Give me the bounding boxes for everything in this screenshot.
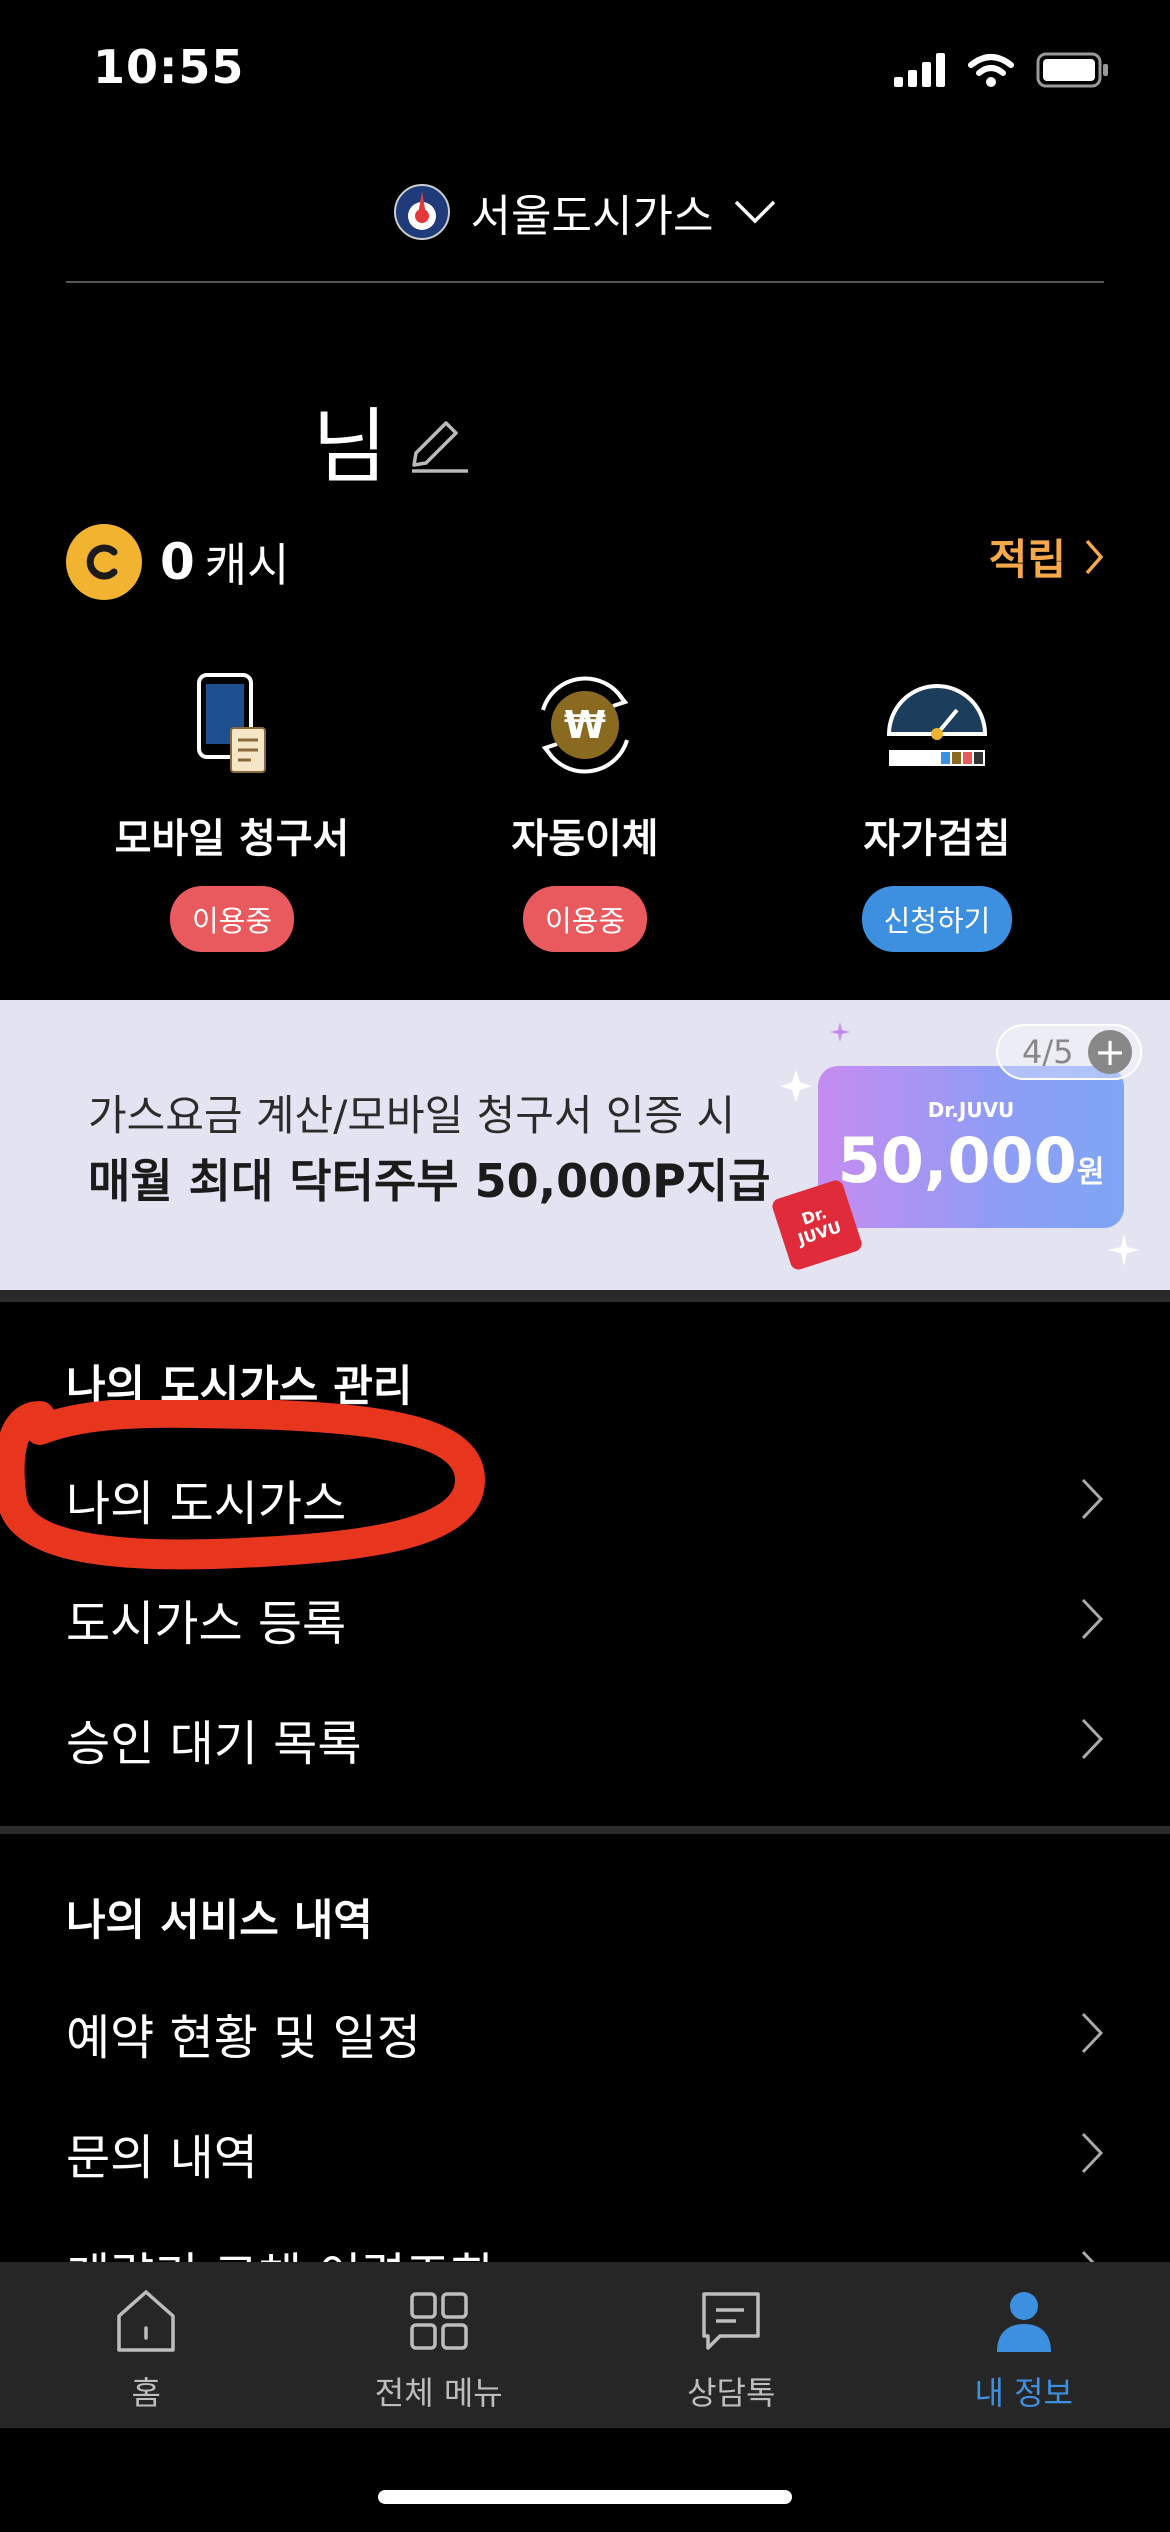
menu-item-reservations[interactable]: 예약 현황 및 일정 — [0, 1974, 1170, 2092]
tab-label: 전체 메뉴 — [374, 2374, 503, 2412]
gas-meter-icon — [886, 684, 988, 766]
section-title-gas-management: 나의 도시가스 관리 — [66, 1362, 413, 1412]
home-icon — [117, 2290, 175, 2352]
status-badge: 이용중 — [522, 886, 648, 952]
banner-line2: 매월 최대 닥터주부 50,000P지급 — [88, 1154, 771, 1208]
menu-label: 나의 도시가스 — [66, 1476, 347, 1532]
chevron-right-icon — [1085, 539, 1104, 574]
section-separator — [0, 1290, 1170, 1302]
battery-icon — [1036, 52, 1108, 88]
ticket-amount-unit: 원 — [1076, 1155, 1105, 1190]
sparkle-icon — [780, 1070, 812, 1102]
ticket-brand: Dr.JUVU — [927, 1098, 1015, 1122]
service-label: 자동이체 — [511, 816, 659, 862]
section-title-service-history: 나의 서비스 내역 — [66, 1896, 373, 1946]
chevron-right-icon — [1081, 1598, 1104, 1640]
menu-item-register-gas[interactable]: 도시가스 등록 — [0, 1560, 1170, 1678]
tab-my-info[interactable]: 내 정보 — [878, 2262, 1170, 2428]
earn-label: 적립 — [988, 535, 1066, 584]
tab-home[interactable]: 홈 — [0, 2262, 293, 2428]
provider-name: 서울도시가스 — [470, 191, 714, 242]
menu-label: 도시가스 등록 — [66, 1596, 347, 1652]
menu-label: 예약 현황 및 일정 — [66, 2010, 421, 2066]
service-self-meter-reading[interactable]: 자가검침 신청하기 — [787, 670, 1087, 952]
user-name: 님 — [312, 400, 388, 495]
ticket-amount-value: 50,000 — [837, 1124, 1077, 1197]
chevron-right-icon — [1081, 2132, 1104, 2174]
tab-chat[interactable]: 상담톡 — [585, 2262, 878, 2428]
svg-text:₩: ₩ — [564, 703, 606, 747]
cash-amount: 0 — [160, 533, 195, 591]
chevron-down-icon — [735, 200, 776, 224]
tab-label: 내 정보 — [974, 2374, 1074, 2412]
status-time: 10:55 — [93, 40, 245, 94]
auto-transfer-icon: ₩ — [541, 676, 629, 774]
service-mobile-bill[interactable]: 모바일 청구서 이용중 — [82, 670, 382, 952]
mobile-bill-icon — [197, 673, 266, 773]
wifi-icon — [968, 54, 1014, 87]
edit-name-icon[interactable] — [408, 415, 470, 475]
menu-item-pending-approvals[interactable]: 승인 대기 목록 — [0, 1680, 1170, 1798]
home-indicator — [378, 2490, 792, 2504]
banner-line1: 가스요금 계산/모바일 청구서 인증 시 — [88, 1091, 736, 1140]
provider-selector[interactable]: 서울도시가스 — [0, 180, 1170, 244]
tab-bar: 홈 전체 메뉴 상담톡 내 정보 — [0, 2262, 1170, 2428]
signal-icon — [894, 53, 945, 87]
menu-label: 문의 내역 — [66, 2130, 258, 2186]
menu-item-inquiries[interactable]: 문의 내역 — [0, 2094, 1170, 2212]
pager-text: 4/5 — [1022, 1033, 1074, 1071]
provider-logo-icon — [393, 184, 450, 240]
service-label: 모바일 청구서 — [114, 816, 350, 862]
chevron-right-icon — [1081, 2012, 1104, 2054]
service-label: 자가검침 — [863, 816, 1011, 862]
cash-balance: 0 캐시 — [66, 524, 289, 600]
chat-icon — [702, 2292, 760, 2350]
chevron-right-icon — [1081, 1718, 1104, 1760]
tab-label: 상담톡 — [687, 2374, 776, 2412]
grid-icon — [410, 2292, 468, 2350]
cash-unit: 캐시 — [204, 538, 290, 592]
chevron-right-icon — [1081, 1478, 1104, 1520]
sparkle-small-icon — [830, 1022, 850, 1042]
menu-label: 승인 대기 목록 — [66, 1716, 362, 1772]
banner-pager[interactable]: 4/5 + — [996, 1024, 1142, 1080]
ticket-amount: 50,000원 — [818, 1124, 1124, 1197]
person-icon — [996, 2292, 1051, 2352]
section-separator — [0, 1826, 1170, 1834]
header-divider — [66, 281, 1104, 283]
tab-label: 홈 — [131, 2374, 161, 2412]
tab-all-menu[interactable]: 전체 메뉴 — [293, 2262, 586, 2428]
status-icons — [894, 52, 1110, 88]
status-badge: 이용중 — [169, 886, 295, 952]
earn-cash-link[interactable]: 적립 — [989, 526, 1104, 587]
status-badge: 신청하기 — [861, 886, 1013, 952]
sparkle-icon — [1108, 1234, 1140, 1266]
menu-item-my-gas[interactable]: 나의 도시가스 — [0, 1440, 1170, 1558]
cash-coin-icon — [66, 524, 142, 600]
plus-icon[interactable]: + — [1088, 1030, 1132, 1074]
service-auto-transfer[interactable]: ₩ 자동이체 이용중 — [435, 670, 735, 952]
